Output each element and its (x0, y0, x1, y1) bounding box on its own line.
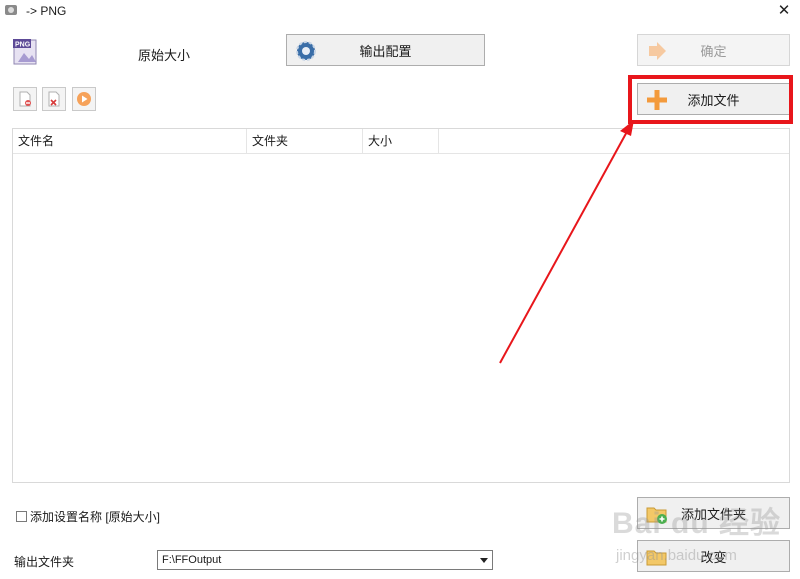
add-file-button[interactable]: 添加文件 (637, 83, 790, 115)
add-setting-name-checkbox[interactable] (16, 511, 27, 522)
png-file-icon: PNG (12, 38, 40, 66)
column-size[interactable]: 大小 (363, 129, 439, 154)
chevron-down-icon (480, 558, 488, 563)
column-extra (439, 129, 789, 154)
change-button[interactable]: 改变 (637, 540, 790, 572)
add-folder-button[interactable]: 添加文件夹 (637, 497, 790, 529)
column-filename[interactable]: 文件名 (13, 129, 247, 154)
close-button[interactable]: ✕ (774, 1, 794, 21)
add-setting-name-option[interactable]: 添加设置名称 [原始大小] (16, 508, 160, 525)
window-title: -> PNG (26, 4, 67, 18)
app-window: -> PNG ✕ PNG 原始大小 输出配置 确定 添加文件 文件名 文件夹 大… (0, 0, 800, 579)
remove-file-button[interactable] (13, 87, 37, 111)
add-file-label: 添加文件 (687, 92, 740, 108)
add-folder-label: 添加文件夹 (680, 506, 746, 522)
preset-label: 原始大小 (138, 48, 191, 63)
output-folder-select[interactable]: F:\FFOutput (157, 550, 493, 570)
app-icon (4, 3, 18, 17)
file-list[interactable]: 文件名 文件夹 大小 (12, 128, 790, 483)
clear-list-button[interactable] (42, 87, 66, 111)
output-config-label: 输出配置 (359, 43, 412, 59)
ok-button[interactable]: 确定 (637, 34, 790, 66)
change-label: 改变 (700, 549, 727, 565)
column-folder[interactable]: 文件夹 (247, 129, 363, 154)
ok-label: 确定 (700, 43, 727, 59)
add-setting-name-label: 添加设置名称 [原始大小] (30, 510, 161, 524)
start-button[interactable] (72, 87, 96, 111)
file-list-header: 文件名 文件夹 大小 (13, 129, 789, 154)
title-bar: -> PNG ✕ (0, 0, 800, 22)
png-icon-text: PNG (15, 42, 31, 49)
output-folder-value: F:\FFOutput (162, 554, 222, 566)
output-folder-label: 输出文件夹 (14, 555, 75, 569)
output-config-button[interactable]: 输出配置 (286, 34, 485, 66)
